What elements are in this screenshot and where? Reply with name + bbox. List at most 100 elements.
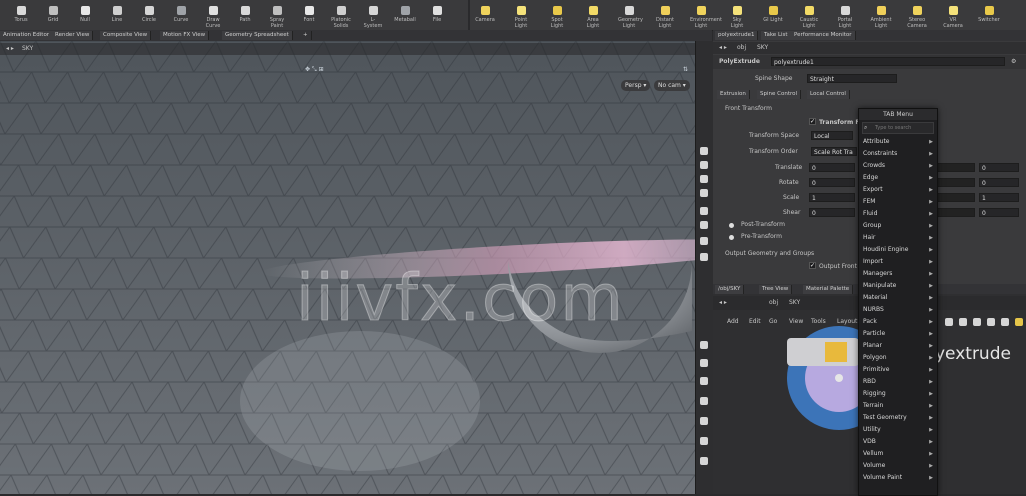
move-icon[interactable]	[700, 161, 708, 169]
shading-icon[interactable]	[700, 417, 708, 425]
light-icon[interactable]	[700, 437, 708, 445]
camera-menu[interactable]: No cam ▾	[654, 80, 690, 91]
rotate-x[interactable]: 0	[809, 178, 855, 187]
shelf-tool-file[interactable]: File	[426, 6, 448, 23]
ghost-icon[interactable]	[700, 457, 708, 465]
scale-x[interactable]: 1	[809, 193, 855, 202]
tab-menu-item-vellum[interactable]: Vellum	[859, 448, 937, 460]
tab-menu-item-rbd[interactable]: RBD	[859, 376, 937, 388]
tab-extrusion[interactable]: Extrusion	[717, 90, 750, 99]
shelf-tool-draw-curve[interactable]: Draw Curve	[202, 6, 224, 29]
shelf-tool-vr-camera[interactable]: VR Camera	[942, 6, 964, 29]
shelf-tool-curve[interactable]: Curve	[170, 6, 192, 23]
shelf-tool-environment-light[interactable]: Environment Light	[690, 6, 722, 29]
home-icon[interactable]: ◂ ▸	[6, 45, 14, 52]
tab-menu-item-material[interactable]: Material	[859, 292, 937, 304]
tab-take-list[interactable]: Take List	[761, 31, 792, 40]
shelf-tool-gi-light[interactable]: GI Light	[762, 6, 784, 23]
shelf-tool-distant-light[interactable]: Distant Light	[654, 6, 676, 29]
pose-icon[interactable]	[700, 221, 708, 229]
shelf-tool-switcher[interactable]: Switcher	[978, 6, 1000, 23]
tab-menu-item-crowds[interactable]: Crowds	[859, 160, 937, 172]
shelf-tool-portal-light[interactable]: Portal Light	[834, 6, 856, 29]
tab-menu-item-import[interactable]: Import	[859, 256, 937, 268]
tab-menu[interactable]: TAB Menu ⌕ Type to search AttributeConst…	[858, 108, 938, 496]
shelf-tool-spray-paint[interactable]: Spray Paint	[266, 6, 288, 29]
node-name-field[interactable]: polyextrude1	[771, 57, 1005, 66]
tab-motion-fx-view[interactable]: Motion FX View	[160, 31, 210, 40]
spine-shape-menu[interactable]: Straight	[807, 74, 897, 83]
shelf-tool-path[interactable]: Path	[234, 6, 256, 23]
translate-x[interactable]: 0	[809, 163, 855, 172]
shelf-tool-metaball[interactable]: Metaball	[394, 6, 416, 23]
translate-y[interactable]	[935, 163, 975, 172]
shelf-tool-sky-light[interactable]: Sky Light	[726, 6, 748, 29]
back-forward-icon[interactable]: ◂ ▸	[719, 44, 727, 51]
tab-menu-item-planar[interactable]: Planar	[859, 340, 937, 352]
shelf-tool-platonic-solids[interactable]: Platonic Solids	[330, 6, 352, 29]
tab-menu-item-pack[interactable]: Pack	[859, 316, 937, 328]
tab-menu-item-particle[interactable]: Particle	[859, 328, 937, 340]
shelf-tool-spot-light[interactable]: Spot Light	[546, 6, 568, 29]
tab-menu-item-polygon[interactable]: Polygon	[859, 352, 937, 364]
output-front-checkbox[interactable]: ✓	[809, 262, 816, 269]
shelf-tool-line[interactable]: Line	[106, 6, 128, 23]
tab-menu-item-houdini-engine[interactable]: Houdini Engine	[859, 244, 937, 256]
path-node[interactable]: SKY	[757, 44, 768, 51]
tab-polyextrude[interactable]: polyextrude1	[715, 31, 759, 40]
tab-menu-item-vdb[interactable]: VDB	[859, 436, 937, 448]
node-label[interactable]: yextrude	[935, 344, 1011, 364]
scale-y[interactable]	[935, 193, 975, 202]
tab-menu-item-export[interactable]: Export	[859, 184, 937, 196]
shelf-tool-torus[interactable]: Torus	[10, 6, 32, 23]
tab-menu-item-rigging[interactable]: Rigging	[859, 388, 937, 400]
tab-menu-item-nurbs[interactable]: NURBS	[859, 304, 937, 316]
post-transform-radio[interactable]	[729, 223, 734, 228]
rotate-y[interactable]	[935, 178, 975, 187]
tab-spine-control[interactable]: Spine Control	[757, 90, 802, 99]
rotate-z[interactable]: 0	[979, 178, 1019, 187]
tab-menu-item-volume[interactable]: Volume	[859, 460, 937, 472]
tab-menu-item-test-geometry[interactable]: Test Geometry	[859, 412, 937, 424]
wireframe-icon[interactable]	[700, 397, 708, 405]
snap-icon[interactable]	[700, 253, 708, 261]
tab-menu-item-attribute[interactable]: Attribute	[859, 136, 937, 148]
tab-menu-item-hair[interactable]: Hair	[859, 232, 937, 244]
display-options-icon[interactable]: ⇅	[683, 66, 688, 73]
persp-menu[interactable]: Persp ▾	[621, 80, 651, 91]
shelf-tool-point-light[interactable]: Point Light	[510, 6, 532, 29]
scale-icon[interactable]	[700, 189, 708, 197]
tab-performance-monitor[interactable]: Performance Monitor	[791, 31, 856, 40]
shear-x[interactable]: 0	[809, 208, 855, 217]
tab-menu-item-fem[interactable]: FEM	[859, 196, 937, 208]
shelf-tool-circle[interactable]: Circle	[138, 6, 160, 23]
shelf-tool-null[interactable]: Null	[74, 6, 96, 23]
select-icon[interactable]	[700, 147, 708, 155]
shear-y[interactable]	[935, 208, 975, 217]
rotate-icon[interactable]	[700, 175, 708, 183]
view-tools-icon[interactable]: ✥ ⤡ ⊞	[305, 66, 324, 74]
tab-menu-search[interactable]: ⌕ Type to search	[862, 122, 934, 134]
transform-space-menu[interactable]: Local	[811, 131, 853, 140]
transform-front-checkbox[interactable]: ✓	[809, 118, 816, 125]
tab-geometry-spreadsheet[interactable]: Geometry Spreadsheet	[222, 31, 293, 40]
shear-z[interactable]: 0	[979, 208, 1019, 217]
transform-order-menu[interactable]: Scale Rot Tra	[811, 147, 857, 156]
tab-menu-item-primitive[interactable]: Primitive	[859, 364, 937, 376]
tab-composite-view[interactable]: Composite View	[100, 31, 152, 40]
tab-render-view[interactable]: Render View	[52, 31, 94, 40]
shelf-tool-geometry-light[interactable]: Geometry Light	[618, 6, 643, 29]
grid-snap-icon[interactable]	[700, 341, 708, 349]
tab-menu-item-fluid[interactable]: Fluid	[859, 208, 937, 220]
view-icon[interactable]	[700, 237, 708, 245]
tab-menu-item-managers[interactable]: Managers	[859, 268, 937, 280]
tab-menu-item-volume-paint[interactable]: Volume Paint	[859, 472, 937, 484]
shelf-tool-ambient-light[interactable]: Ambient Light	[870, 6, 892, 29]
tab-menu-item-edge[interactable]: Edge	[859, 172, 937, 184]
pre-transform-radio[interactable]	[729, 235, 734, 240]
shelf-tool-stereo-camera[interactable]: Stereo Camera	[906, 6, 928, 29]
tab-menu-item-utility[interactable]: Utility	[859, 424, 937, 436]
visibility-icon[interactable]	[700, 377, 708, 385]
tab-menu-item-constraints[interactable]: Constraints	[859, 148, 937, 160]
path-obj[interactable]: obj	[737, 44, 746, 51]
